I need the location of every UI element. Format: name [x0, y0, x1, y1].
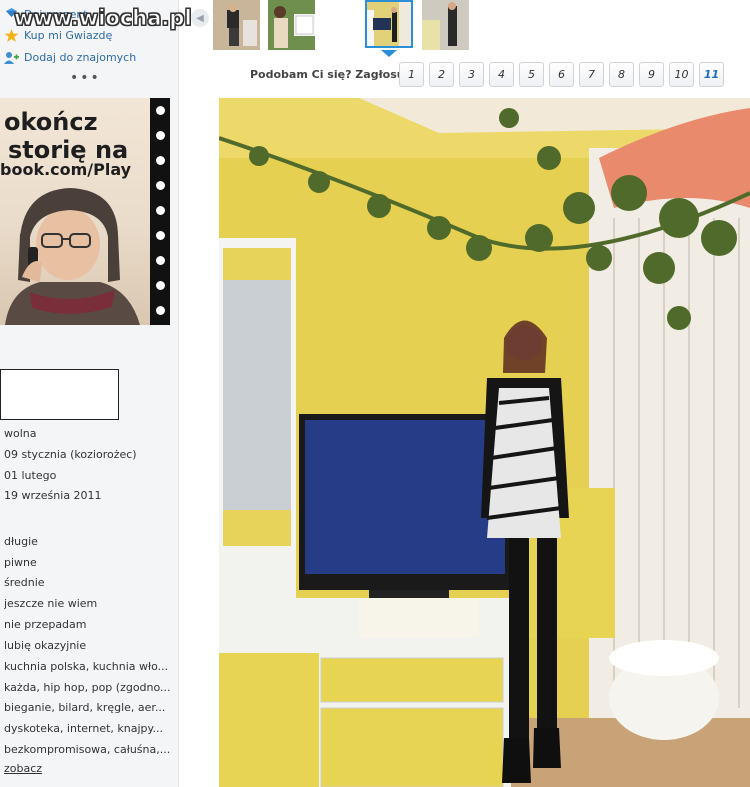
- info-children: jeszcze nie wiem: [4, 597, 98, 610]
- buy-star-link[interactable]: Kup mi Gwiazdę: [4, 29, 112, 42]
- info-hobbies: dyskoteka, internet, knajpy...: [4, 722, 163, 735]
- photo-scene: [219, 98, 750, 787]
- info-sports: bieganie, bilard, kręgle, aer...: [4, 701, 166, 714]
- chevron-left-icon: ◀: [196, 12, 204, 24]
- add-friend-label: Dodaj do znajomych: [24, 51, 137, 64]
- vote-prompt: Podobam Ci się? Zagłosuj:: [250, 68, 413, 81]
- info-birthday: 09 stycznia (koziorożec): [4, 448, 137, 461]
- vote-button-2[interactable]: 2: [429, 62, 454, 87]
- gallery-scroll-left-button[interactable]: ◀: [191, 9, 209, 27]
- main-profile-photo[interactable]: [219, 98, 750, 787]
- info-personality: bezkompromisowa, całuśna,...: [4, 743, 171, 756]
- add-friend-icon: [4, 51, 19, 64]
- ad-text-line-1: okończ: [4, 108, 98, 136]
- ad-text-line-3: book.com/Play: [0, 160, 132, 179]
- info-hair-length: długie: [4, 535, 38, 548]
- vote-button-11[interactable]: 11: [699, 62, 724, 87]
- see-more-link[interactable]: zobacz: [4, 762, 42, 775]
- vote-button-4[interactable]: 4: [489, 62, 514, 87]
- gallery-thumbnail[interactable]: [422, 0, 469, 50]
- info-nameday: 01 lutego: [4, 469, 57, 482]
- film-strip-decoration: [150, 98, 170, 325]
- info-eye-color: piwne: [4, 556, 37, 569]
- vote-button-8[interactable]: 8: [609, 62, 634, 87]
- vote-button-10[interactable]: 10: [669, 62, 694, 87]
- ad-banner[interactable]: okończ storię na book.com/Play: [0, 98, 170, 325]
- info-music: każda, hip hop, pop (zgodno...: [4, 681, 171, 694]
- gallery-thumbnail[interactable]: [213, 0, 260, 50]
- redacted-box: [0, 369, 119, 420]
- info-build: średnie: [4, 576, 45, 589]
- info-status: wolna: [4, 427, 37, 440]
- info-cuisine: kuchnia polska, kuchnia wło...: [4, 660, 169, 673]
- gallery-thumbnail-selected[interactable]: [365, 0, 413, 48]
- info-drinking: lubię okazyjnie: [4, 639, 87, 652]
- vote-button-7[interactable]: 7: [579, 62, 604, 87]
- vote-button-9[interactable]: 9: [639, 62, 664, 87]
- more-options-button[interactable]: •••: [70, 70, 101, 86]
- ad-person-illustration: [5, 188, 140, 325]
- vote-button-1[interactable]: 1: [399, 62, 424, 87]
- vote-button-3[interactable]: 3: [459, 62, 484, 87]
- selected-thumbnail-pointer: [381, 50, 397, 57]
- add-friend-link[interactable]: Dodaj do znajomych: [4, 51, 136, 64]
- star-icon: [4, 29, 19, 42]
- buy-star-label: Kup mi Gwiazdę: [24, 29, 113, 42]
- gallery-thumbnail[interactable]: [268, 0, 315, 50]
- vote-button-6[interactable]: 6: [549, 62, 574, 87]
- vote-button-5[interactable]: 5: [519, 62, 544, 87]
- profile-sidebar: Daj prezent Kup mi Gwiazdę Dodaj do znaj…: [0, 0, 179, 787]
- info-smoking: nie przepadam: [4, 618, 87, 631]
- site-watermark: www.wiocha.pl: [14, 6, 193, 31]
- info-joined: 19 września 2011: [4, 489, 102, 502]
